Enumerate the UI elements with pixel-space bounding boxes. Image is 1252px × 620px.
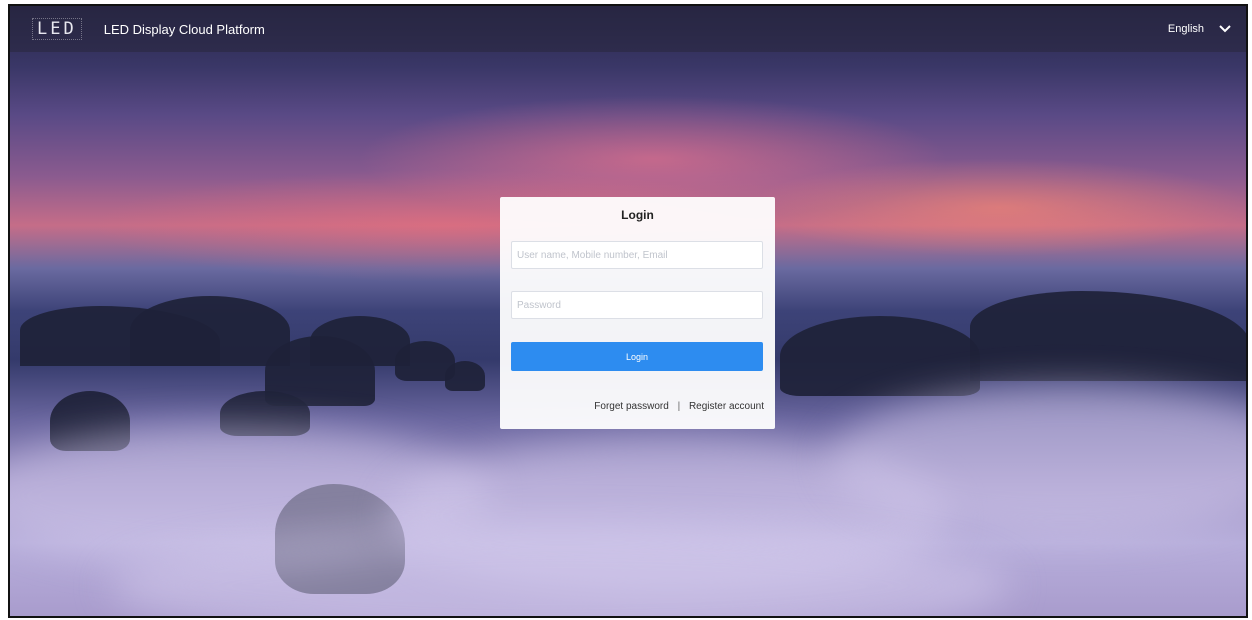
login-title: Login [621,208,654,222]
app-window: LED LED Display Cloud Platform English L… [8,4,1248,618]
language-selector[interactable]: English [1168,23,1204,35]
app-title: LED Display Cloud Platform [103,21,265,37]
link-separator: | [677,401,681,412]
auth-links: Forget password | Register account [594,401,764,412]
led-logo[interactable]: LED [32,18,82,40]
forget-password-link[interactable]: Forget password [594,401,668,412]
top-navigation-bar: LED LED Display Cloud Platform English [10,6,1246,52]
username-input[interactable] [511,241,763,269]
login-button[interactable]: Login [511,342,763,371]
chevron-down-icon[interactable] [1218,22,1232,36]
password-input[interactable] [511,291,763,319]
login-card: Login Login Forget password | Register a… [500,197,775,429]
register-account-link[interactable]: Register account [689,401,764,412]
